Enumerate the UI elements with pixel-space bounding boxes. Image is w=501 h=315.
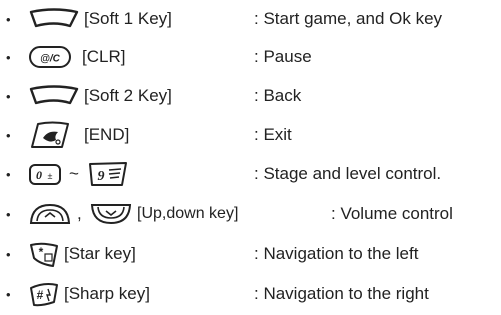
up-key-icon (28, 201, 72, 227)
key-label: [Soft 1 Key] (84, 9, 172, 28)
key-description: : Volume control (331, 204, 453, 223)
bullet: • (6, 166, 11, 182)
list-separator: , (77, 204, 82, 223)
svg-text:*: * (39, 245, 44, 259)
soft-1-key-icon (28, 8, 80, 30)
key-description: : Start game, and Ok key (254, 9, 443, 28)
key-label: [Star key] (64, 244, 136, 263)
icon-group: # (28, 275, 60, 313)
key-description: : Navigation to the left (254, 244, 419, 263)
key-label: [Up,down key] (137, 205, 239, 222)
end-key-icon (28, 120, 72, 150)
list-item: • 0 ± ~ 9 : Stage and level control. (0, 155, 501, 193)
bullet: • (6, 206, 11, 222)
svg-text:9: 9 (97, 169, 104, 184)
list-item: • [Soft 2 Key] : Back (0, 77, 501, 115)
key-function-list: • [Soft 1 Key] : Start game, and Ok key … (0, 0, 501, 315)
list-item: • @/C [CLR] : Pause (0, 38, 501, 76)
icon-group (28, 77, 80, 115)
icon-group: @/C (28, 38, 72, 76)
key-description: : Exit (254, 125, 292, 144)
list-item: • [Soft 1 Key] : Start game, and Ok key (0, 0, 501, 38)
soft-2-key-icon (28, 85, 80, 107)
svg-text:@/C: @/C (40, 54, 61, 65)
icon-group: 0 ± ~ 9 (28, 155, 130, 193)
svg-text:0: 0 (36, 168, 42, 182)
icon-group (28, 116, 72, 154)
list-item: • [END] : Exit (0, 116, 501, 154)
key-description: : Navigation to the right (254, 284, 429, 303)
sharp-key-icon: # (28, 280, 60, 308)
bullet: • (6, 49, 11, 65)
star-key-icon: * (28, 240, 60, 268)
bullet: • (6, 88, 11, 104)
svg-text:#: # (37, 288, 44, 302)
icon-group: * (28, 235, 60, 273)
range-separator: ~ (69, 164, 79, 183)
icon-group: , (28, 195, 133, 233)
bullet: • (6, 246, 11, 262)
svg-text:±: ± (48, 171, 53, 181)
nine-key-icon: 9 (86, 160, 130, 188)
down-key-icon (89, 201, 133, 227)
number-keys-icon: 0 ± (28, 161, 62, 187)
bullet: • (6, 286, 11, 302)
key-label: [CLR] (82, 47, 126, 66)
key-label: [END] (84, 125, 130, 144)
clr-key-icon: @/C (28, 44, 72, 70)
list-item: • * [Star key] : Navigation to the left (0, 235, 501, 273)
key-label: [Soft 2 Key] (84, 86, 172, 105)
list-item: • , [Up,down key] : Volume control (0, 195, 501, 233)
bullet: • (6, 127, 11, 143)
list-item: • # [Sharp key] : Navigation to the righ… (0, 275, 501, 313)
key-description: : Pause (254, 47, 312, 66)
key-description: : Stage and level control. (254, 164, 442, 183)
key-label: [Sharp key] (64, 284, 150, 303)
key-description: : Back (254, 86, 302, 105)
bullet: • (6, 11, 11, 27)
icon-group (28, 0, 80, 38)
